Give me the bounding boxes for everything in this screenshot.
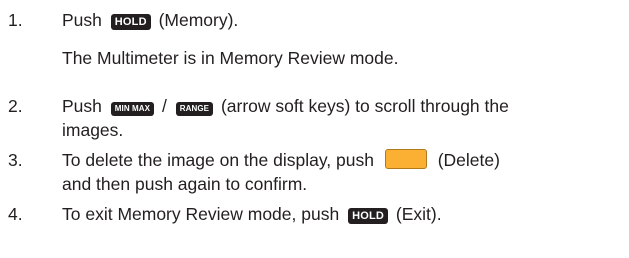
step-text: (arrow soft keys) to scroll through the [216, 96, 509, 116]
step-text: (Delete) [432, 150, 500, 170]
step-body: Push MIN MAX / RANGE (arrow soft keys) t… [62, 94, 609, 142]
step-line: Push HOLD (Memory). [62, 8, 609, 32]
step-number: 1. [8, 10, 23, 30]
step-line: To exit Memory Review mode, push HOLD (E… [62, 202, 609, 226]
step-number: 4. [8, 204, 23, 224]
step-line-2: images. [62, 120, 124, 140]
step-text: Push [62, 96, 107, 116]
step-line: To delete the image on the display, push… [62, 148, 609, 172]
slash-separator: / [157, 96, 172, 116]
orange-soft-key-icon [384, 149, 427, 169]
step-number: 3. [8, 150, 23, 170]
range-key-icon: RANGE [175, 102, 214, 116]
step-body: To delete the image on the display, push… [62, 148, 609, 196]
step-line: Push MIN MAX / RANGE (arrow soft keys) t… [62, 94, 609, 118]
min-max-key-icon: MIN MAX [110, 102, 155, 116]
step-text: To exit Memory Review mode, push [62, 204, 345, 224]
step-text: Push [62, 10, 107, 30]
hold-key-icon: HOLD [348, 208, 389, 224]
step-note: The Multimeter is in Memory Review mode. [62, 48, 399, 68]
step-text: To delete the image on the display, push [62, 150, 379, 170]
step-text: (Exit). [391, 204, 442, 224]
step-body: To exit Memory Review mode, push HOLD (E… [62, 202, 609, 226]
hold-key-icon: HOLD [110, 14, 151, 30]
step-line-2: and then push again to confirm. [62, 174, 308, 194]
step-text: (Memory). [153, 10, 239, 30]
step-number: 2. [8, 96, 23, 116]
step-body: Push HOLD (Memory). The Multimeter is in… [62, 8, 609, 70]
